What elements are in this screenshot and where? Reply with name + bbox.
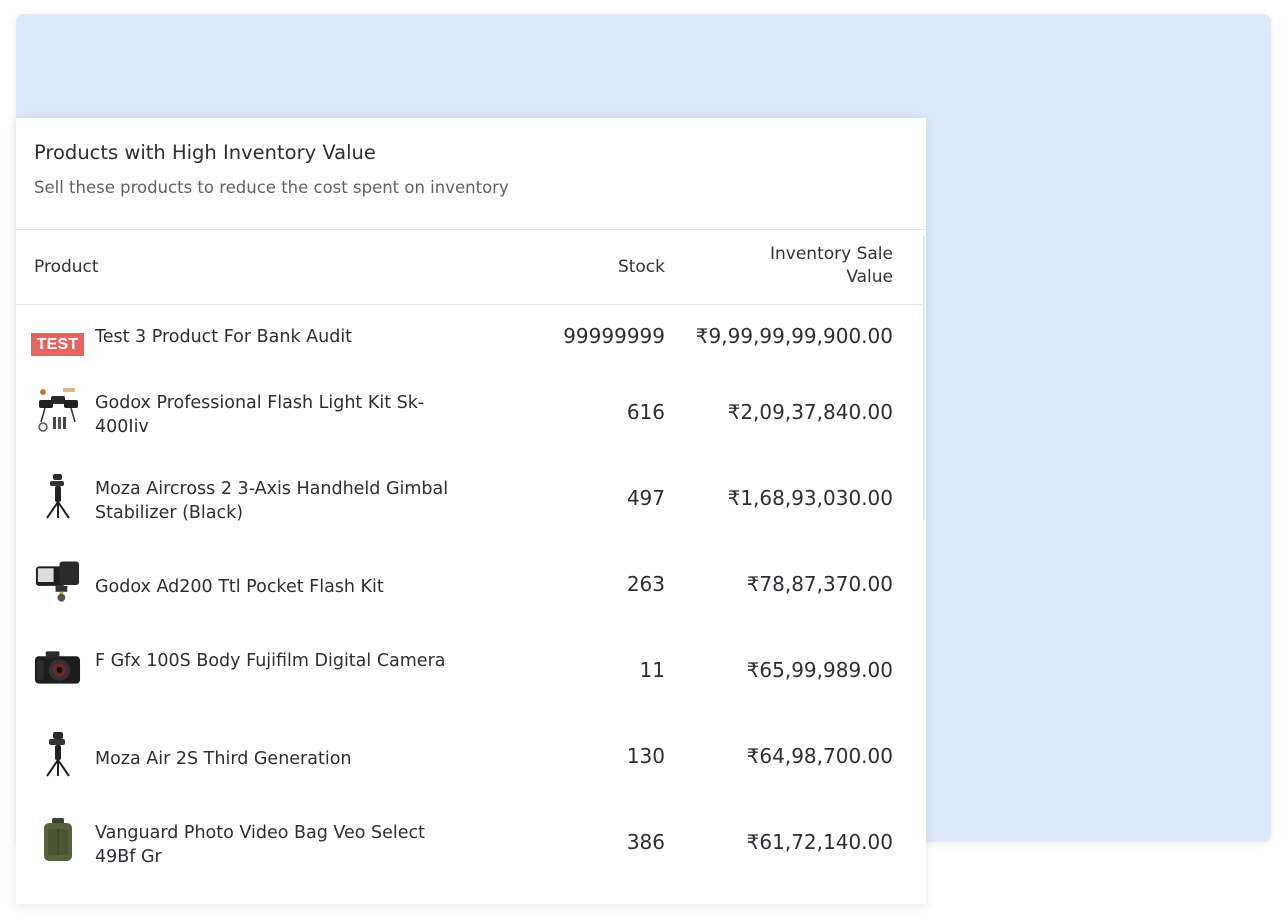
product-name[interactable]: Moza Air 2S Third Generation (95, 747, 455, 771)
card-subtitle: Sell these products to reduce the cost s… (34, 178, 509, 197)
pocket-flash-icon (34, 558, 81, 605)
stock-value: 99999999 (563, 324, 665, 348)
inventory-card: Products with High Inventory Value Sell … (16, 118, 926, 904)
scrollbar[interactable] (923, 236, 925, 520)
inventory-value: ₹61,72,140.00 (746, 830, 893, 854)
camera-bag-icon (34, 816, 81, 863)
card-header: Products with High Inventory Value Sell … (16, 118, 926, 230)
product-name[interactable]: Moza Aircross 2 3-Axis Handheld Gimbal S… (95, 477, 455, 525)
product-name[interactable]: Godox Professional Flash Light Kit Sk-40… (95, 391, 455, 439)
stock-value: 386 (626, 830, 665, 854)
table-row[interactable]: Moza Aircross 2 3-Axis Handheld Gimbal S… (16, 451, 922, 537)
inventory-value: ₹2,09,37,840.00 (727, 400, 893, 424)
column-header-inventory-value[interactable]: Inventory Sale Value (733, 243, 893, 289)
gimbal-icon (34, 472, 81, 519)
test-badge: TEST (30, 321, 85, 368)
table-row[interactable]: Godox Professional Flash Light Kit Sk-40… (16, 365, 922, 451)
table-row[interactable]: Vanguard Photo Video Bag Veo Select 49Bf… (16, 795, 922, 881)
stock-value: 130 (626, 744, 665, 768)
column-header-stock[interactable]: Stock (618, 256, 665, 279)
table-row[interactable]: F Gfx 100S Body Fujifilm Digital Camera … (16, 623, 922, 709)
stock-value: 616 (626, 400, 665, 424)
column-header-value-line2: Value (846, 267, 893, 287)
inventory-value: ₹65,99,989.00 (746, 658, 893, 682)
table-header: Product Stock Inventory Sale Value (16, 230, 922, 305)
product-name[interactable]: Vanguard Photo Video Bag Veo Select 49Bf… (95, 821, 455, 869)
card-title: Products with High Inventory Value (34, 141, 376, 164)
table-row[interactable]: Moza Air 2S Third Generation 130 ₹64,98,… (16, 709, 922, 795)
inventory-value: ₹78,87,370.00 (746, 572, 893, 596)
stock-value: 11 (639, 658, 665, 682)
product-name[interactable]: Test 3 Product For Bank Audit (95, 325, 455, 349)
inventory-value: ₹64,98,700.00 (746, 744, 893, 768)
product-name[interactable]: F Gfx 100S Body Fujifilm Digital Camera (95, 649, 455, 673)
gimbal-icon (34, 730, 81, 777)
stock-value: 263 (626, 572, 665, 596)
inventory-value: ₹9,99,99,99,900.00 (695, 324, 893, 348)
column-header-product[interactable]: Product (34, 256, 99, 279)
flash-light-kit-icon (34, 386, 81, 433)
inventory-value: ₹1,68,93,030.00 (727, 486, 893, 510)
product-name[interactable]: Godox Ad200 Ttl Pocket Flash Kit (95, 575, 455, 599)
camera-icon (34, 644, 81, 691)
table-row[interactable]: Godox Ad200 Ttl Pocket Flash Kit 263 ₹78… (16, 537, 922, 623)
column-header-value-line1: Inventory Sale (770, 244, 893, 264)
stock-value: 497 (626, 486, 665, 510)
